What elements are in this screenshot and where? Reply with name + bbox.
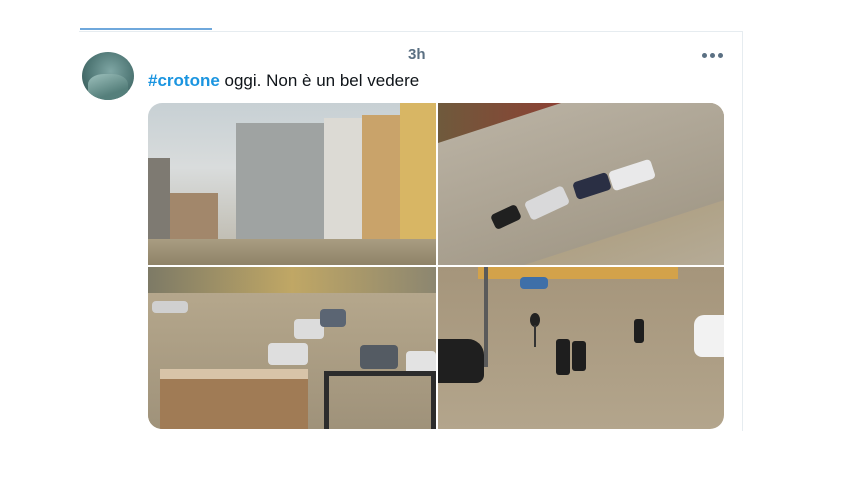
submerged-car bbox=[694, 315, 724, 357]
building bbox=[236, 123, 324, 245]
submerged-car bbox=[268, 343, 308, 365]
submerged-car bbox=[438, 339, 484, 383]
tab-active-indicator bbox=[80, 28, 212, 30]
lamp-post bbox=[484, 267, 488, 367]
balcony-railing bbox=[160, 369, 308, 429]
submerged-car bbox=[320, 309, 346, 327]
avatar[interactable] bbox=[82, 52, 134, 100]
submerged-car bbox=[152, 301, 188, 313]
firefighter bbox=[572, 341, 586, 371]
more-dot bbox=[702, 52, 707, 58]
photo-flooded-parking-lot[interactable] bbox=[148, 267, 436, 429]
more-dot bbox=[718, 52, 723, 58]
more-options-icon[interactable] bbox=[702, 50, 724, 60]
avatar-image bbox=[88, 74, 128, 100]
building bbox=[324, 118, 364, 246]
traffic-sign-post bbox=[534, 325, 536, 347]
photo-firefighters-rescue[interactable] bbox=[438, 267, 724, 429]
tweet-text: #crotone oggi. Non è un bel vedere bbox=[148, 71, 419, 91]
hashtag-link[interactable]: #crotone bbox=[148, 71, 220, 90]
building bbox=[362, 115, 402, 245]
balcony-railing bbox=[324, 371, 436, 429]
media-grid bbox=[148, 103, 724, 429]
tweet-timestamp[interactable]: 3h bbox=[408, 46, 426, 63]
buildings-background bbox=[148, 267, 436, 293]
tweet-body: oggi. Non è un bel vedere bbox=[219, 71, 420, 90]
floodwater bbox=[148, 239, 436, 265]
photo-flooded-street-buildings[interactable] bbox=[148, 103, 436, 265]
submerged-car bbox=[360, 345, 398, 369]
buildings-background bbox=[478, 267, 678, 279]
building bbox=[148, 158, 170, 248]
photo-aerial-flooded-cars[interactable] bbox=[438, 103, 724, 265]
building bbox=[400, 103, 436, 245]
submerged-car bbox=[520, 277, 548, 289]
firefighter bbox=[634, 319, 644, 343]
firefighter bbox=[556, 339, 570, 375]
more-dot bbox=[710, 52, 715, 58]
